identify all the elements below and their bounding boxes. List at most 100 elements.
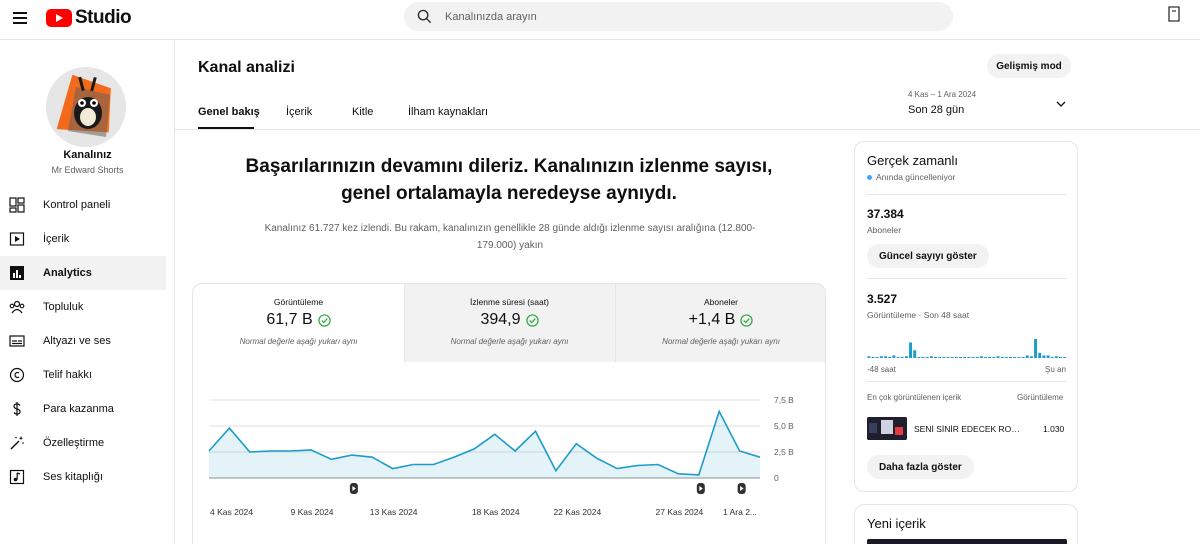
- help-icon[interactable]: [1165, 5, 1183, 23]
- sidebar-item-customization[interactable]: Özelleştirme: [0, 426, 166, 460]
- tab-audience[interactable]: Kitle: [352, 106, 373, 118]
- content-icon: [9, 232, 25, 246]
- views-chart[interactable]: 7,5 B 5,0 B 2,5 B 0 4 Kas 2024 9 Kas 2024 13 K…: [192, 390, 822, 530]
- search-icon[interactable]: [417, 9, 432, 24]
- sidebar-item-monetization[interactable]: Para kazanma: [0, 392, 166, 426]
- realtime-bar: [1038, 352, 1042, 358]
- chart-point: [208, 450, 210, 452]
- dollar-icon: [13, 402, 21, 416]
- new-content-thumbnail[interactable]: [867, 539, 1067, 544]
- channel-name: Mr Edward Shorts: [51, 165, 124, 175]
- video-thumbnail: [867, 417, 907, 440]
- metric-value-text: +1,4 B: [688, 311, 736, 328]
- sidebar-item-dashboard[interactable]: Kontrol paneli: [0, 188, 166, 222]
- realtime-bar: [954, 357, 958, 358]
- metric-tab-watch-time[interactable]: İzlenme süresi (saat) 394,9 Normal değer…: [404, 284, 615, 362]
- sidebar-item-analytics[interactable]: Analytics: [0, 256, 166, 290]
- realtime-bar: [1025, 355, 1029, 358]
- realtime-bar: [979, 356, 983, 358]
- realtime-bar: [946, 357, 950, 358]
- x-tick-label: 27 Kas 2024: [656, 507, 704, 517]
- description-line-2: 179.000) yakın: [476, 240, 544, 251]
- realtime-bar: [921, 357, 925, 358]
- realtime-axis-end: Şu an: [1045, 365, 1066, 374]
- analytics-icon: [10, 266, 24, 280]
- show-live-count-button[interactable]: Güncel sayıyı göster: [867, 244, 989, 268]
- search-input[interactable]: [445, 2, 925, 31]
- y-tick-label: 7,5 B: [774, 395, 794, 405]
- summary-headline: Başarılarınızın devamını dileriz. Kanalı…: [193, 153, 825, 207]
- realtime-bar: [925, 357, 929, 358]
- live-dot-icon: [867, 174, 872, 180]
- tab-overview[interactable]: Genel bakış: [198, 106, 260, 118]
- chart-point: [555, 470, 557, 472]
- realtime-bar: [950, 357, 954, 358]
- sidebar-item-label: İçerik: [43, 233, 70, 245]
- chart-point: [310, 449, 312, 451]
- metric-value: 394,9: [404, 311, 615, 329]
- live-text: Anında güncelleniyor: [876, 172, 956, 182]
- advanced-mode-button[interactable]: Gelişmiş mod: [987, 54, 1071, 78]
- search-box[interactable]: [404, 2, 953, 31]
- shorts-marker-icon[interactable]: [349, 483, 358, 494]
- date-range[interactable]: 4 Kas – 1 Ara 2024: [908, 90, 976, 99]
- headline-line-1: Başarılarınızın devamını dileriz. Kanalı…: [245, 156, 773, 177]
- chart-point: [575, 442, 577, 444]
- check-circle-icon: [740, 313, 754, 327]
- realtime-bar: [929, 356, 933, 358]
- shorts-marker-icon[interactable]: [737, 483, 746, 494]
- sidebar-item-copyright[interactable]: Telif hakkı: [0, 358, 166, 392]
- metric-note: Normal değerle aşağı yukarı aynı: [662, 337, 780, 346]
- chart-point: [351, 454, 353, 456]
- sidebar-item-community[interactable]: Topluluk: [0, 290, 166, 324]
- chart-point: [677, 473, 679, 475]
- page-title: Kanal analizi: [198, 59, 295, 76]
- chart-point: [412, 463, 414, 465]
- metric-tab-subscribers[interactable]: Aboneler +1,4 B Normal değerle aşağı yuk…: [615, 284, 825, 362]
- top-video-row[interactable]: SENİ SİNİR EDECEK ROBOT 1.030: [867, 417, 1067, 441]
- sidebar-item-audio-library[interactable]: Ses kitaplığı: [0, 460, 166, 494]
- realtime-bar: [913, 350, 917, 358]
- x-tick-label: 4 Kas 2024: [210, 507, 253, 517]
- x-tick-label: 22 Kas 2024: [553, 507, 601, 517]
- realtime-bar: [1017, 357, 1021, 358]
- sidebar-item-label: Altyazı ve ses: [43, 335, 111, 347]
- youtube-studio-logo[interactable]: Studio: [46, 7, 132, 29]
- chart-point: [330, 458, 332, 460]
- sidebar-item-subtitles[interactable]: Altyazı ve ses: [0, 324, 166, 358]
- chart-point: [514, 450, 516, 452]
- chart-area-fill: [209, 411, 760, 478]
- check-circle-icon: [317, 313, 331, 327]
- realtime-bar: [1013, 357, 1017, 358]
- metric-label: İzlenme süresi (saat): [470, 297, 549, 307]
- top-video-views: 1.030: [1043, 424, 1065, 434]
- tab-content[interactable]: İçerik: [286, 106, 312, 118]
- date-period[interactable]: Son 28 gün: [908, 104, 964, 116]
- realtime-bar: [884, 356, 888, 358]
- chevron-down-icon[interactable]: [1055, 98, 1067, 110]
- chart-point: [453, 456, 455, 458]
- tab-inspiration[interactable]: İlham kaynakları: [408, 106, 488, 118]
- x-tick-label: 9 Kas 2024: [291, 507, 334, 517]
- sidebar-item-content[interactable]: İçerik: [0, 222, 166, 256]
- shorts-marker-icon[interactable]: [696, 483, 705, 494]
- realtime-bar: [1042, 355, 1046, 358]
- realtime-bar: [1046, 355, 1050, 358]
- chart-point: [759, 456, 761, 458]
- menu-icon[interactable]: [8, 6, 32, 30]
- realtime-bar: [1054, 356, 1058, 358]
- realtime-bar: [892, 355, 896, 358]
- realtime-bar: [959, 357, 963, 358]
- community-icon: [9, 300, 25, 314]
- metric-tab-views[interactable]: Görüntüleme 61,7 B Normal değerle aşağı …: [193, 284, 404, 362]
- x-tick-label: 13 Kas 2024: [370, 507, 418, 517]
- realtime-bar: [938, 357, 942, 358]
- realtime-bar-chart[interactable]: [867, 338, 1067, 358]
- realtime-views-label: Görüntüleme · Son 48 saat: [867, 310, 970, 320]
- channel-avatar[interactable]: [46, 67, 126, 147]
- realtime-bar: [1034, 339, 1038, 358]
- chart-point: [534, 430, 536, 432]
- realtime-views: 3.527: [867, 292, 898, 306]
- show-more-button[interactable]: Daha fazla göster: [867, 455, 974, 479]
- realtime-bar: [1021, 357, 1025, 358]
